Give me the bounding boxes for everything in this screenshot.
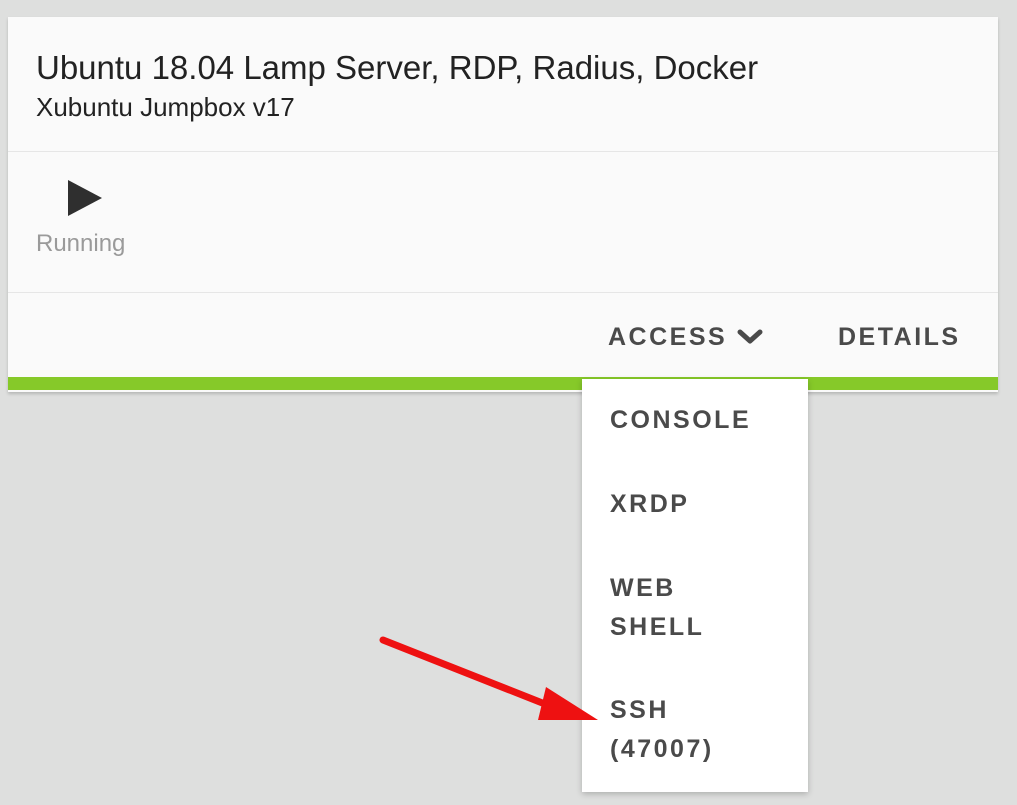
access-button-label: ACCESS: [608, 322, 728, 351]
menu-item-xrdp-label: XRDP: [610, 490, 690, 518]
vm-status-label: Running: [36, 230, 126, 257]
menu-item-web-shell-label-line-2: SHELL: [610, 613, 705, 641]
menu-item-ssh-label-line-1: SSH: [610, 696, 669, 724]
details-button[interactable]: DETAILS: [838, 317, 961, 357]
menu-item-xrdp[interactable]: XRDP: [610, 485, 689, 524]
play-icon: [68, 180, 102, 216]
vm-card-header: Ubuntu 18.04 Lamp Server, RDP, Radius, D…: [8, 17, 998, 152]
vm-status-section: Running: [8, 152, 998, 293]
access-dropdown-menu: CONSOLE XRDP WEB SHELL SSH (47007): [582, 379, 808, 792]
menu-item-web-shell-label-line-1: WEB: [610, 574, 676, 602]
menu-item-ssh[interactable]: SSH (47007): [610, 691, 714, 769]
menu-item-console[interactable]: CONSOLE: [610, 401, 751, 440]
menu-item-web-shell[interactable]: WEB SHELL: [610, 569, 704, 647]
details-button-label: DETAILS: [838, 322, 961, 351]
menu-item-console-label: CONSOLE: [610, 406, 752, 434]
vm-actions-bar: ACCESS DETAILS: [8, 293, 998, 377]
vm-card: Ubuntu 18.04 Lamp Server, RDP, Radius, D…: [8, 17, 998, 392]
chevron-down-icon: [737, 329, 763, 344]
vm-subtitle: Xubuntu Jumpbox v17: [36, 92, 295, 122]
menu-item-ssh-label-line-2: (47007): [610, 735, 714, 763]
access-button[interactable]: ACCESS: [608, 317, 763, 357]
vm-title: Ubuntu 18.04 Lamp Server, RDP, Radius, D…: [36, 49, 759, 86]
running-status-stripe: [8, 377, 998, 390]
